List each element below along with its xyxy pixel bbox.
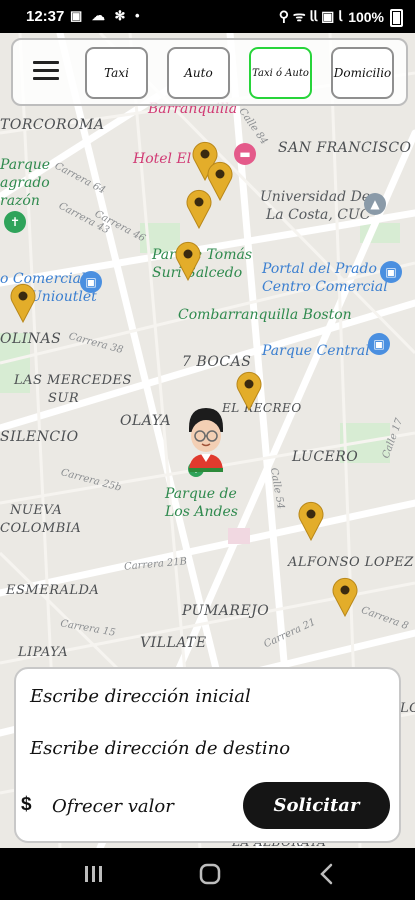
status-time: 12:37 (26, 8, 65, 25)
driver-pin-icon[interactable] (298, 501, 324, 541)
driver-pin-icon[interactable] (332, 577, 358, 617)
map-label: LO (400, 701, 415, 716)
service-domicilio-button[interactable]: Domicilio (331, 47, 394, 99)
map-label: 7 BOCAS (182, 354, 252, 370)
map-label: agrado (0, 175, 50, 191)
map-label: SAN FRANCISCO (278, 140, 412, 156)
map-label: VILLATE (140, 635, 207, 651)
map-label: SUR (48, 391, 80, 406)
hotel-icon[interactable]: ▬ (234, 143, 256, 165)
battery-icon (390, 8, 403, 27)
map-label: PUMAREJO (182, 603, 270, 619)
map-label: SILENCIO (0, 429, 79, 445)
destination-address-input[interactable]: Escribe dirección de destino (30, 738, 290, 759)
map-label: COLOMBIA (0, 521, 82, 536)
recents-icon[interactable] (80, 860, 108, 888)
map-label: Hotel El (133, 151, 192, 167)
service-selector-bar: Taxi Auto Taxi ó Auto Domicilio (11, 38, 408, 106)
system-navigation-bar (0, 848, 415, 900)
map-label: LUCERO (292, 449, 359, 465)
church-icon[interactable]: ✝ (4, 211, 26, 233)
map-label: LIPAYA (18, 645, 69, 660)
shopping-icon[interactable]: ▣ (368, 333, 390, 355)
status-bar: 12:37 ▣ ☁ ✻ • ⚲ ᯤ 𝗅𝗅 ▣ 𝗅 100% (0, 0, 415, 33)
service-taxi-button[interactable]: Taxi (85, 47, 148, 99)
signal-icons: ⚲ ᯤ 𝗅𝗅 ▣ 𝗅 (278, 8, 343, 24)
service-taxi-or-auto-button[interactable]: Taxi ó Auto (249, 47, 312, 99)
driver-pin-icon[interactable] (186, 189, 212, 229)
driver-pin-icon[interactable] (236, 371, 262, 411)
system-icons: ⚲ ᯤ 𝗅𝗅 ▣ 𝗅 100% (278, 7, 403, 27)
map-label: OLAYA (120, 413, 172, 429)
map-label: razón (0, 193, 40, 209)
map-label: Los Andes (165, 504, 238, 520)
map-label: Universidad De (260, 189, 371, 205)
map-label: ALFONSO LOPEZ (288, 555, 414, 570)
map-label: Combarranquilla Boston (178, 307, 352, 323)
map-label: OLINAS (0, 331, 62, 347)
service-auto-button[interactable]: Auto (167, 47, 230, 99)
back-icon[interactable] (313, 860, 341, 888)
map-label: ESMERALDA (6, 583, 100, 598)
shopping-icon[interactable]: ▣ (80, 271, 102, 293)
map-label: Parque (0, 157, 51, 173)
school-icon[interactable]: ▲ (364, 193, 386, 215)
map-label: Parque de (165, 486, 237, 502)
user-avatar-icon[interactable] (183, 406, 229, 476)
notification-icons: ▣ ☁ ✻ • (70, 8, 143, 23)
driver-pin-icon[interactable] (10, 283, 36, 323)
ride-request-card: Escribe dirección inicial Escribe direcc… (14, 667, 401, 843)
shopping-icon[interactable]: ▣ (380, 261, 402, 283)
map-label: Centro Comercial (262, 279, 388, 295)
battery-text: 100% (348, 8, 384, 25)
map-label: Parque Central (262, 343, 370, 359)
map-label: Parque Tomás (152, 247, 253, 263)
map-label: Portal del Prado (262, 261, 377, 277)
offer-value-input[interactable]: Ofrecer valor (52, 796, 174, 817)
origin-address-input[interactable]: Escribe dirección inicial (30, 686, 251, 707)
home-icon[interactable] (196, 860, 224, 888)
map-label: TORCOROMA (0, 117, 105, 133)
request-button[interactable]: Solicitar (243, 782, 390, 829)
currency-symbol: $ (21, 794, 32, 815)
map-label: NUEVA (10, 503, 63, 518)
map-label: La Costa, CUC (266, 207, 371, 223)
driver-pin-icon[interactable] (175, 241, 201, 281)
menu-icon[interactable] (33, 61, 59, 83)
map-label: LAS MERCEDES (14, 373, 132, 388)
